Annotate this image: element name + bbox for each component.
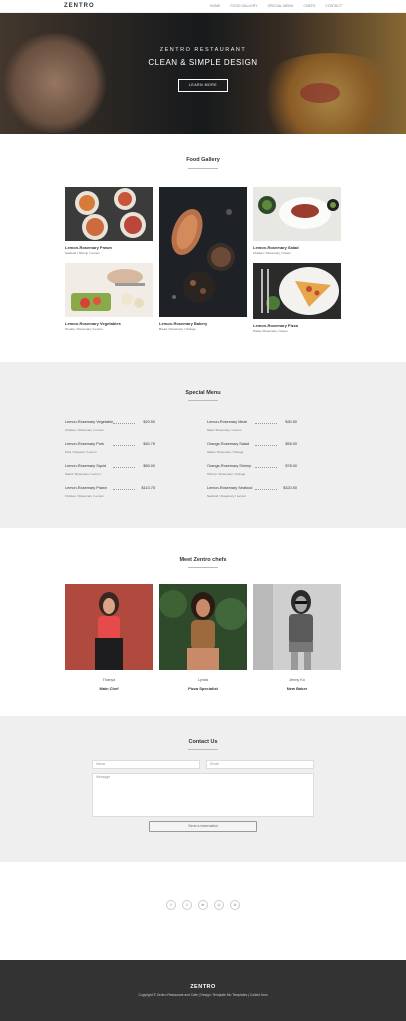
footer-copyright: Copyright © Zentro Restaurant and Cafe |…: [138, 993, 268, 997]
section-divider: [188, 567, 218, 568]
chef-photo-jenny-ko: [253, 584, 341, 670]
gallery-item-tags: Bread / Rosemary / Orange: [159, 327, 196, 331]
social-links: f t in ◎ ⊙: [0, 900, 406, 910]
menu-item-price: $40.75: [143, 442, 155, 446]
message-field[interactable]: Message: [92, 773, 314, 817]
hero-subtitle: ZENTRO RESTAURANT: [159, 47, 247, 53]
menu-item-price: $55.00: [285, 442, 297, 446]
gallery-item-title: Lemon-Rosemary Bakery: [159, 321, 208, 326]
facebook-icon[interactable]: f: [166, 900, 176, 910]
menu-item-description: Meat / Rosemary / Lemon: [207, 428, 242, 432]
contact-title: Contact Us: [188, 739, 218, 745]
gallery-item-title: Lemon-Rosemary Pizza: [253, 323, 298, 328]
footer-brand: ZENTRO: [190, 984, 216, 990]
nav-item-contact[interactable]: CONTACT: [325, 4, 342, 8]
menu-item-description: Chicken / Rosemary / Lemon: [65, 428, 104, 432]
section-divider: [188, 168, 218, 169]
gallery-item-title: Lemon-Rosemary Prawn: [65, 245, 112, 250]
email-field[interactable]: Email: [206, 760, 314, 769]
gallery-item-title: Lemon-Rosemary Salad: [253, 245, 299, 250]
menu-item-description: Shrimp / Rosemary / Orange: [207, 472, 246, 476]
menu-item-description: Chicken / Rosemary / Lemon: [65, 494, 104, 498]
gallery-item-tags: Tomato / Rosemary / Lemon: [65, 327, 103, 331]
nav-item-chefs[interactable]: CHEFS: [303, 4, 315, 8]
gallery-image-prawn[interactable]: [65, 187, 153, 241]
menu-item-description: Seafood / Rosemary / Lemon: [207, 494, 247, 498]
special-menu-section: [0, 362, 406, 528]
name-field[interactable]: Name: [92, 760, 200, 769]
menu-item-leader: [113, 423, 135, 424]
hero-title: CLEAN & SIMPLE DESIGN: [148, 58, 258, 67]
menu-item-description: Squid / Rosemary / Lemon: [65, 472, 101, 476]
chef-role: Main Chef: [99, 686, 119, 691]
menu-item-leader: [113, 489, 135, 490]
footer: ZENTRO Copyright © Zentro Restaurant and…: [0, 960, 406, 1021]
gallery-image-vegetables[interactable]: [65, 263, 153, 317]
chefs-title: Meet Zentro chefs: [179, 557, 227, 563]
hero-banner: ZENTRO RESTAURANT CLEAN & SIMPLE DESIGN …: [0, 13, 406, 134]
section-divider: [188, 749, 218, 750]
learn-more-button[interactable]: LEARN MORE: [178, 79, 228, 92]
chef-role: Pizza Specialist: [188, 686, 218, 691]
menu-item-price: $30.50: [285, 420, 297, 424]
nav-item-special-menu[interactable]: SPECIAL MENU: [268, 4, 294, 8]
chef-name: Thanya: [102, 678, 116, 682]
chef-name: Lynda: [197, 678, 209, 682]
chef-photo-thanya: [65, 584, 153, 670]
chef-photo-lynda: [159, 584, 247, 670]
chef-name: Jenny Ko: [289, 678, 305, 682]
gallery-image-bakery[interactable]: [159, 187, 247, 317]
food-gallery-title: Food Gallery: [186, 157, 220, 163]
menu-item-price: $320.50: [283, 486, 297, 490]
menu-item-description: Pork / Peppers / Lemon: [65, 450, 97, 454]
nav-item-food-gallery[interactable]: FOOD GALLERY: [230, 4, 257, 8]
menu-item-price: $20.50: [143, 420, 155, 424]
menu-item-leader: [255, 423, 277, 424]
section-divider: [188, 400, 218, 401]
menu-item-price: $78.00: [285, 464, 297, 468]
menu-item-price: $110.75: [141, 486, 155, 490]
instagram-icon[interactable]: ◎: [214, 900, 224, 910]
menu-item-leader: [113, 467, 135, 468]
gallery-image-pizza[interactable]: [253, 263, 341, 319]
nav-menu: HOME FOOD GALLERY SPECIAL MENU CHEFS CON…: [210, 4, 342, 8]
gallery-image-salad[interactable]: [253, 187, 341, 241]
special-menu-title: Special Menu: [185, 390, 221, 396]
gallery-item-tags: Chicken / Rosemary / Green: [253, 251, 291, 255]
gallery-item-tags: Seafood / Shrimp / Lemon: [65, 251, 100, 255]
linkedin-icon[interactable]: in: [198, 900, 208, 910]
send-reservation-button[interactable]: Send a reservation: [149, 821, 257, 832]
gallery-item-tags: Pasta / Rosemary / Green: [253, 329, 288, 333]
menu-item-leader: [255, 489, 277, 490]
brand-logo[interactable]: ZENTRO: [64, 3, 95, 9]
gallery-item-title: Lemon-Rosemary Vegetables: [65, 321, 121, 326]
menu-item-leader: [255, 445, 277, 446]
dribbble-icon[interactable]: ⊙: [230, 900, 240, 910]
twitter-icon[interactable]: t: [182, 900, 192, 910]
menu-item-price: $60.00: [143, 464, 155, 468]
menu-item-leader: [255, 467, 277, 468]
nav-item-home[interactable]: HOME: [210, 4, 221, 8]
menu-item-leader: [113, 445, 135, 446]
top-navbar: ZENTRO HOME FOOD GALLERY SPECIAL MENU CH…: [0, 0, 406, 13]
chef-role: New Baker: [286, 686, 308, 691]
menu-item-description: Salad / Rosemary / Orange: [207, 450, 244, 454]
